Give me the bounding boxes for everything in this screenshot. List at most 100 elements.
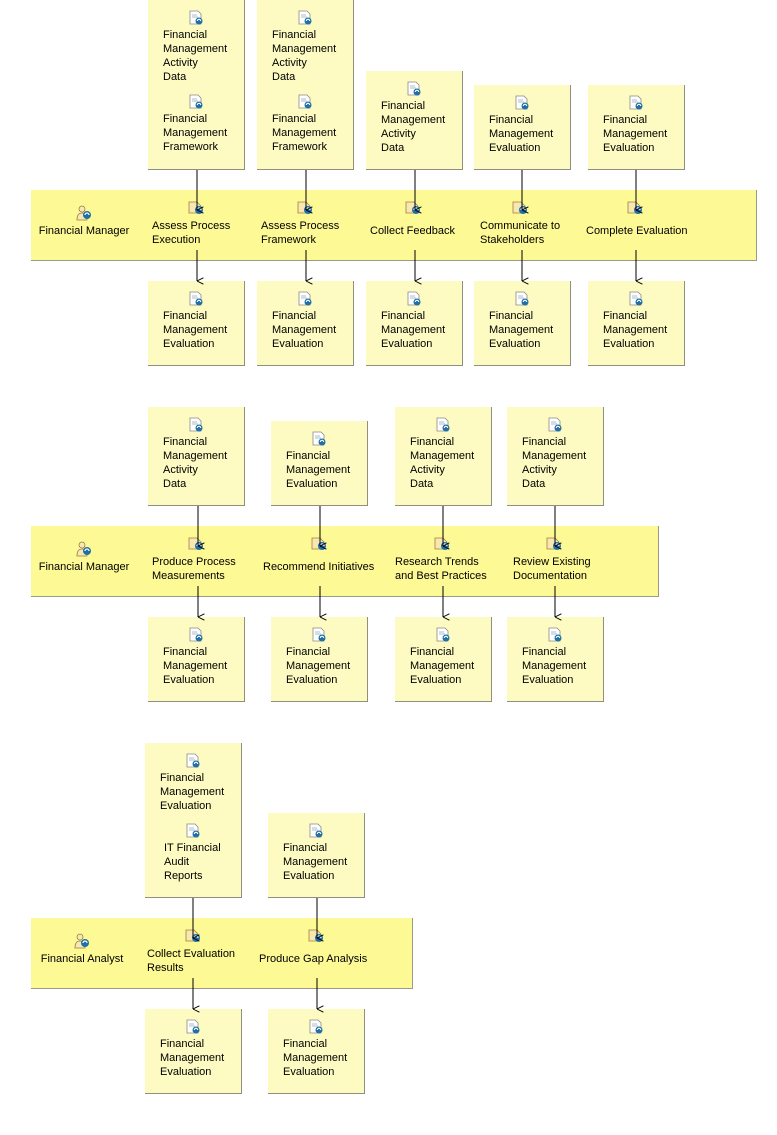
task-review-existing-documentation[interactable]: Review Existing Documentation — [511, 536, 611, 586]
task-produce-gap-analysis[interactable]: Produce Gap Analysis — [257, 928, 382, 978]
role-label: Financial Manager — [38, 225, 130, 237]
task-label: Assess Process Framework — [261, 220, 340, 246]
artifact-icon — [186, 823, 200, 838]
task-icon — [308, 929, 323, 942]
task-label: Communicate to Stakeholders — [480, 220, 561, 246]
task-collect-evaluation-results[interactable]: Collect Evaluation Results — [145, 928, 255, 978]
artifact-label: Financial Management Evaluation — [489, 310, 554, 350]
task-assess-process-framework[interactable]: Assess Process Framework — [259, 200, 359, 250]
role-label: Financial Manager — [38, 561, 130, 573]
output-artifact[interactable]: Financial Management Evaluation — [257, 281, 354, 366]
task-collect-feedback[interactable]: Collect Feedback — [368, 200, 468, 250]
artifact-label: Financial Management Framework — [272, 113, 337, 153]
input-artifact[interactable]: Financial Management Activity Data — [507, 407, 604, 506]
role-icon — [76, 205, 91, 221]
task-icon — [311, 537, 326, 550]
task-recommend-initiatives[interactable]: Recommend Initiatives — [261, 536, 381, 586]
task-icon — [405, 201, 420, 214]
input-artifact[interactable]: Financial Management Evaluation — [268, 813, 365, 898]
artifact-icon — [407, 291, 421, 306]
output-artifact[interactable]: Financial Management Evaluation — [271, 617, 368, 702]
artifact-icon — [189, 94, 203, 109]
role-icon — [76, 541, 91, 557]
output-artifact[interactable]: Financial Management Evaluation — [148, 617, 245, 702]
task-icon — [546, 537, 561, 550]
role-financial-analyst[interactable]: Financial Analyst — [36, 933, 128, 965]
task-icon — [627, 201, 642, 214]
artifact-icon — [312, 627, 326, 642]
output-artifact[interactable]: Financial Management Evaluation — [588, 281, 685, 366]
artifact-icon — [436, 627, 450, 642]
input-artifact-group[interactable]: Financial Management Activity Data Finan… — [257, 0, 354, 170]
output-artifact[interactable]: Financial Management Evaluation — [268, 1009, 365, 1094]
artifact-icon — [186, 753, 200, 768]
artifact-label: Financial Management Evaluation — [160, 1038, 225, 1078]
task-icon — [185, 929, 200, 942]
artifact-icon — [548, 627, 562, 642]
artifact-label: Financial Management Evaluation — [603, 114, 668, 154]
artifact-label: Financial Management Evaluation — [286, 646, 351, 686]
artifact-label: Financial Management Evaluation — [489, 114, 554, 154]
artifact-label: Financial Management Framework — [163, 113, 228, 153]
task-label: Review Existing Documentation — [513, 556, 591, 582]
artifact-label: Financial Management Evaluation — [283, 842, 348, 882]
output-artifact[interactable]: Financial Management Evaluation — [145, 1009, 242, 1094]
task-icon — [434, 537, 449, 550]
artifact-icon — [189, 627, 203, 642]
artifact-label: Financial Management Evaluation — [163, 646, 228, 686]
output-artifact[interactable]: Financial Management Evaluation — [395, 617, 492, 702]
task-label: Collect Evaluation Results — [147, 948, 236, 974]
artifact-icon — [298, 291, 312, 306]
artifact-label: Financial Management Evaluation — [286, 450, 351, 490]
artifact-icon — [298, 10, 312, 25]
role-financial-manager[interactable]: Financial Manager — [38, 205, 130, 237]
artifact-icon — [515, 95, 529, 110]
artifact-label: Financial Management Activity Data — [163, 436, 228, 490]
artifact-label: Financial Management Evaluation — [410, 646, 475, 686]
input-artifact-group[interactable]: Financial Management Activity Data Finan… — [148, 0, 245, 170]
artifact-icon — [309, 1019, 323, 1034]
task-icon — [512, 201, 527, 214]
task-produce-process-measurements[interactable]: Produce Process Measurements — [150, 536, 260, 586]
artifact-label: Financial Management Evaluation — [283, 1038, 348, 1078]
artifact-label: Financial Management Evaluation — [603, 310, 668, 350]
output-artifact[interactable]: Financial Management Evaluation — [148, 281, 245, 366]
task-complete-evaluation[interactable]: Complete Evaluation — [584, 200, 694, 250]
artifact-icon — [629, 95, 643, 110]
artifact-label: Financial Management Activity Data — [522, 436, 587, 490]
artifact-icon — [189, 10, 203, 25]
role-label: Financial Analyst — [40, 953, 124, 965]
artifact-icon — [186, 1019, 200, 1034]
input-artifact[interactable]: Financial Management Activity Data — [148, 407, 245, 506]
input-artifact[interactable]: Financial Management Evaluation — [474, 85, 571, 170]
task-research-trends[interactable]: Research Trends and Best Practices — [393, 536, 503, 586]
artifact-icon — [436, 417, 450, 432]
task-communicate-to-stakeholders[interactable]: Communicate to Stakeholders — [478, 200, 578, 250]
artifact-label: Financial Management Evaluation — [272, 310, 337, 350]
task-label: Produce Gap Analysis — [259, 953, 368, 965]
task-label: Produce Process Measurements — [152, 556, 236, 582]
role-financial-manager[interactable]: Financial Manager — [38, 541, 130, 573]
input-artifact[interactable]: Financial Management Evaluation — [271, 421, 368, 506]
artifact-icon — [189, 417, 203, 432]
output-artifact[interactable]: Financial Management Evaluation — [507, 617, 604, 702]
task-label: Recommend Initiatives — [263, 561, 375, 573]
artifact-label: Financial Management Activity Data — [381, 100, 446, 154]
task-label: Research Trends and Best Practices — [395, 556, 487, 582]
input-artifact[interactable]: Financial Management Activity Data — [395, 407, 492, 506]
artifact-icon — [298, 94, 312, 109]
task-assess-process-execution[interactable]: Assess Process Execution — [150, 200, 250, 250]
task-icon — [297, 201, 312, 214]
output-artifact[interactable]: Financial Management Evaluation — [474, 281, 571, 366]
task-icon — [188, 201, 203, 214]
artifact-label: Financial Management Evaluation — [163, 310, 228, 350]
artifact-label: Financial Management Evaluation — [160, 772, 225, 812]
artifact-label: Financial Management Activity Data — [163, 29, 228, 83]
input-artifact-group[interactable]: Financial Management Evaluation IT Finan… — [145, 743, 242, 898]
artifact-icon — [189, 291, 203, 306]
input-artifact[interactable]: Financial Management Activity Data — [366, 71, 463, 170]
input-artifact[interactable]: Financial Management Evaluation — [588, 85, 685, 170]
artifact-icon — [548, 417, 562, 432]
output-artifact[interactable]: Financial Management Evaluation — [366, 281, 463, 366]
artifact-icon — [309, 823, 323, 838]
